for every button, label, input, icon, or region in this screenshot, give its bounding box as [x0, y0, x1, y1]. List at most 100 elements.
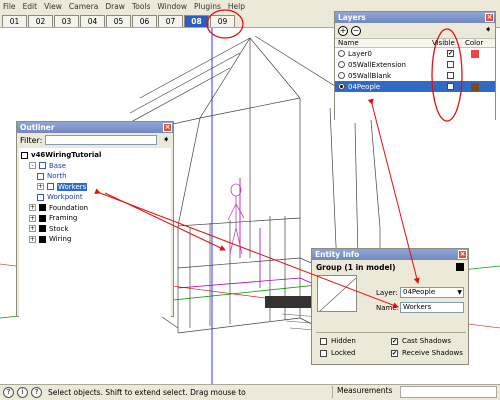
- layer-color-swatch[interactable]: [471, 61, 479, 69]
- visible-checkbox[interactable]: ✔: [447, 50, 454, 57]
- cast-shadows-checkbox[interactable]: ✔: [391, 338, 398, 345]
- locked-checkbox[interactable]: [320, 350, 327, 357]
- tree-item-label: Wiring: [49, 235, 72, 243]
- hidden-checkbox[interactable]: [320, 338, 327, 345]
- close-icon[interactable]: ×: [485, 13, 494, 22]
- layer-row[interactable]: 04People ✔: [335, 81, 495, 92]
- measurements-label: Measurements: [332, 386, 396, 398]
- layer-list: Layer0 ✔ 05WallExtension 05WallBlank 04Peopl…: [335, 48, 495, 120]
- tab-scene-05[interactable]: 05: [106, 15, 131, 27]
- layer-color-swatch[interactable]: [471, 49, 479, 58]
- expand-icon[interactable]: +: [37, 183, 44, 190]
- layers-titlebar[interactable]: Layers ×: [335, 12, 495, 23]
- name-column-header[interactable]: Name: [335, 39, 432, 47]
- active-layer-radio[interactable]: [338, 83, 345, 90]
- visible-checkbox[interactable]: [447, 72, 454, 79]
- entity-info-titlebar[interactable]: Entity Info ×: [312, 249, 468, 260]
- expand-icon[interactable]: +: [29, 214, 36, 222]
- layer-name: 04People: [348, 82, 381, 91]
- visible-checkbox[interactable]: [447, 61, 454, 68]
- help-icon[interactable]: ?: [31, 387, 42, 398]
- close-icon[interactable]: ×: [458, 250, 467, 259]
- receive-shadows-checkbox[interactable]: ✔: [391, 350, 398, 357]
- tree-item-label: Base: [49, 161, 67, 170]
- layers-toolbar: + − ➧: [335, 23, 495, 38]
- layers-title: Layers: [338, 13, 366, 22]
- visible-checkbox[interactable]: ✔: [447, 83, 454, 90]
- tab-scene-04[interactable]: 04: [80, 15, 105, 27]
- close-icon[interactable]: ×: [163, 123, 172, 132]
- receive-shadows-label: Receive Shadows: [402, 349, 463, 357]
- tab-scene-06[interactable]: 06: [132, 15, 157, 27]
- collapse-icon[interactable]: -: [29, 162, 36, 169]
- tree-item[interactable]: + Workers: [37, 182, 88, 192]
- menu-tools[interactable]: Tools: [132, 2, 150, 11]
- color-column-header[interactable]: Color: [465, 39, 495, 47]
- tab-scene-03[interactable]: 03: [54, 15, 79, 27]
- add-layer-icon[interactable]: +: [338, 25, 348, 36]
- tree-item-label: North: [47, 172, 67, 180]
- expand-icon[interactable]: +: [29, 225, 36, 232]
- menu-camera[interactable]: Camera: [69, 2, 98, 11]
- tree-item[interactable]: North: [37, 171, 67, 181]
- tree-item-label: Workers: [57, 182, 88, 191]
- filter-row: Filter: ➧: [17, 133, 173, 147]
- layer-select[interactable]: 04People ▼: [400, 287, 464, 298]
- active-layer-radio[interactable]: [338, 61, 345, 68]
- divider: [316, 332, 466, 333]
- menu-window[interactable]: Window: [157, 2, 187, 11]
- tab-scene-02[interactable]: 02: [28, 15, 53, 27]
- entity-heading: Group (1 in model): [316, 262, 396, 272]
- tree-item[interactable]: + Foundation: [29, 203, 88, 213]
- tab-scene-08[interactable]: 08: [184, 15, 209, 27]
- layer-row[interactable]: 05WallExtension: [335, 59, 495, 70]
- component-icon: [39, 225, 46, 232]
- active-layer-radio[interactable]: [338, 50, 345, 57]
- chevron-down-icon[interactable]: ▼: [457, 288, 462, 297]
- outliner-titlebar[interactable]: Outliner ×: [17, 122, 173, 133]
- hidden-label: Hidden: [331, 337, 356, 345]
- menu-plugins[interactable]: Plugins: [194, 2, 221, 11]
- layer-color-swatch[interactable]: [471, 72, 479, 80]
- menu-help[interactable]: Help: [228, 2, 245, 11]
- tree-item-label: v46WiringTutorial: [31, 151, 102, 159]
- name-field[interactable]: Workers: [400, 302, 464, 313]
- tab-scene-07[interactable]: 07: [158, 15, 183, 27]
- menu-edit[interactable]: Edit: [23, 2, 38, 11]
- outliner-window: Outliner × Filter: ➧ v46WiringTutorial - B…: [16, 121, 174, 317]
- tree-item[interactable]: + Wiring: [29, 234, 71, 244]
- tree-item[interactable]: Workpoint: [37, 192, 83, 202]
- layer-color-swatch[interactable]: [471, 82, 479, 91]
- tab-scene-01[interactable]: 01: [2, 15, 27, 27]
- tree-item[interactable]: + Stock: [29, 224, 68, 234]
- expand-icon[interactable]: +: [29, 204, 36, 211]
- entity-info-title: Entity Info: [315, 250, 360, 259]
- measurements-input[interactable]: [400, 386, 497, 398]
- filter-input[interactable]: [45, 135, 158, 145]
- layer-row[interactable]: Layer0 ✔: [335, 48, 495, 59]
- menu-file[interactable]: File: [3, 2, 16, 11]
- info-icon[interactable]: i: [17, 387, 28, 398]
- layer-label: Layer:: [376, 289, 398, 297]
- model-icon: [21, 151, 28, 159]
- menu-draw[interactable]: Draw: [105, 2, 125, 11]
- tree-item[interactable]: + Framing: [29, 213, 77, 223]
- menu-view[interactable]: View: [44, 2, 62, 11]
- tab-scene-09[interactable]: 09: [210, 15, 235, 27]
- visible-column-header[interactable]: Visible: [432, 39, 465, 47]
- tree-item[interactable]: - Base: [29, 161, 66, 171]
- expand-icon[interactable]: +: [29, 235, 36, 243]
- tree-item-label: Stock: [49, 224, 69, 233]
- layer-row[interactable]: 05WallBlank: [335, 70, 495, 81]
- remove-layer-icon[interactable]: −: [351, 25, 361, 36]
- details-arrow-icon[interactable]: ➧: [484, 25, 492, 35]
- tree-item-label: Framing: [49, 214, 78, 222]
- collapse-icon[interactable]: [456, 263, 464, 271]
- tree-item[interactable]: v46WiringTutorial: [21, 150, 101, 160]
- active-layer-radio[interactable]: [338, 72, 345, 79]
- layer-name: 05WallExtension: [348, 60, 406, 69]
- component-icon: [39, 214, 46, 222]
- help-icon[interactable]: ?: [3, 387, 14, 398]
- group-icon: [47, 183, 54, 190]
- details-arrow-icon[interactable]: ➧: [162, 135, 170, 145]
